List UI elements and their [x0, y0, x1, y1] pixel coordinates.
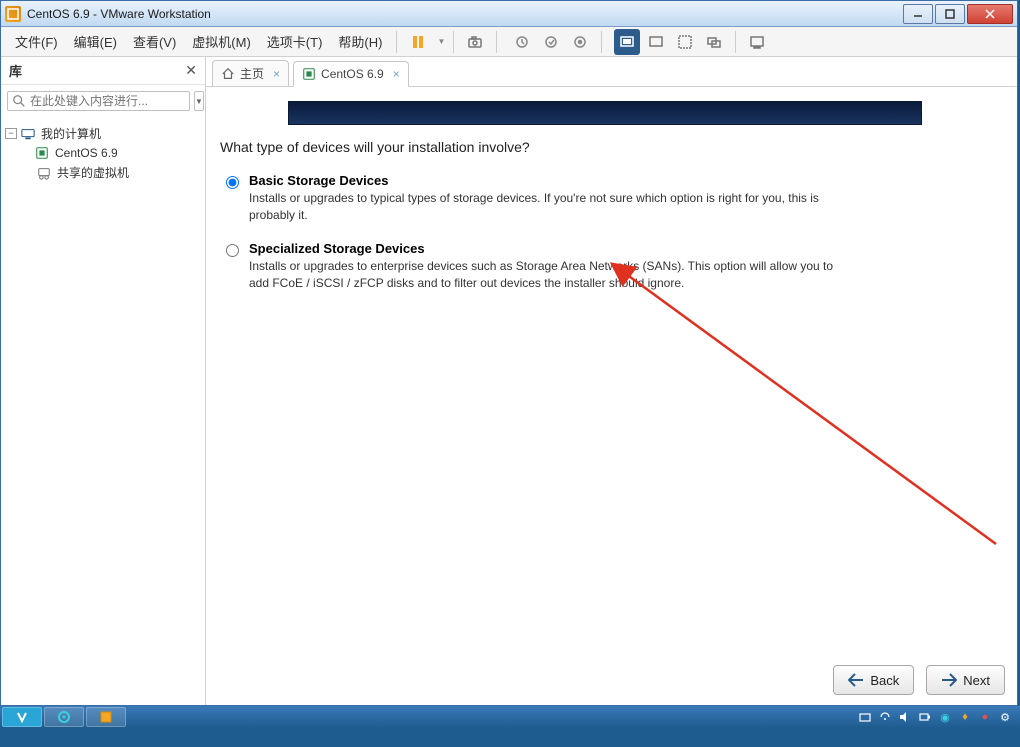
back-button[interactable]: Back: [833, 665, 914, 695]
menu-file[interactable]: 文件(F): [9, 28, 64, 55]
tab-home-label: 主页: [240, 65, 264, 82]
window-title: CentOS 6.9 - VMware Workstation: [27, 7, 211, 21]
menu-view[interactable]: 查看(V): [127, 28, 182, 55]
vm-icon: [35, 146, 51, 160]
tree-root-my-computer[interactable]: − 我的计算机: [5, 123, 201, 144]
tree-root-label: 我的计算机: [41, 125, 101, 142]
tab-home[interactable]: 主页 ×: [212, 60, 289, 86]
radio-basic-desc: Installs or upgrades to typical types of…: [249, 190, 839, 225]
titlebar: CentOS 6.9 - VMware Workstation: [1, 1, 1017, 27]
radio-specialized-desc: Installs or upgrades to enterprise devic…: [249, 258, 839, 293]
snapshot-revert-button[interactable]: [509, 29, 535, 55]
tab-close-button[interactable]: ×: [393, 67, 400, 81]
annotation-arrow-1: [576, 254, 1006, 554]
menu-edit[interactable]: 编辑(E): [68, 28, 123, 55]
vm-content: What type of devices will your installat…: [206, 87, 1017, 705]
menu-help[interactable]: 帮助(H): [332, 28, 388, 55]
tray-icon[interactable]: [858, 710, 872, 724]
snapshot-take-button[interactable]: [538, 29, 564, 55]
app-window: CentOS 6.9 - VMware Workstation 文件(F) 编辑…: [0, 0, 1018, 706]
radio-basic-input[interactable]: [226, 176, 239, 189]
tree-item-centos[interactable]: CentOS 6.9: [5, 144, 201, 162]
fullscreen-button[interactable]: [672, 29, 698, 55]
tray-icon[interactable]: ♦: [958, 710, 972, 724]
minimize-button[interactable]: [903, 4, 933, 24]
tray-icon[interactable]: ◉: [938, 710, 952, 724]
vm-icon: [302, 67, 316, 81]
tray-icon[interactable]: [878, 710, 892, 724]
installer-question: What type of devices will your installat…: [220, 139, 1005, 155]
library-tree: − 我的计算机 CentOS 6.9 共享的虚拟机: [1, 117, 205, 189]
sidebar-title: 库: [9, 61, 22, 80]
separator: [453, 31, 454, 53]
next-button[interactable]: Next: [926, 665, 1005, 695]
maximize-button[interactable]: [935, 4, 965, 24]
menubar: 文件(F) 编辑(E) 查看(V) 虚拟机(M) 选项卡(T) 帮助(H) ▼: [1, 27, 1017, 57]
installer-banner: [288, 101, 922, 125]
fit-guest-button[interactable]: [614, 29, 640, 55]
windows-taskbar: ◉ ♦ ● ⚙: [0, 706, 1020, 728]
radio-basic-title: Basic Storage Devices: [249, 173, 1005, 188]
back-label: Back: [870, 673, 899, 688]
tray-volume-icon[interactable]: [898, 710, 912, 724]
main-area: 主页 × CentOS 6.9 × What type of devices w…: [206, 57, 1017, 705]
search-icon: [12, 94, 26, 108]
tree-item-label: CentOS 6.9: [55, 146, 118, 160]
snapshot-manage-button[interactable]: [567, 29, 593, 55]
tab-vm-label: CentOS 6.9: [321, 67, 384, 81]
sidebar-close-button[interactable]: ✕: [185, 62, 197, 79]
tree-item-label: 共享的虚拟机: [57, 164, 129, 181]
search-dropdown[interactable]: ▼: [194, 91, 204, 111]
search-box[interactable]: [7, 91, 190, 111]
taskbar-app-1[interactable]: [2, 707, 42, 727]
taskbar-app-2[interactable]: [44, 707, 84, 727]
taskbar-app-vmware[interactable]: [86, 707, 126, 727]
app-icon: [5, 6, 21, 22]
menu-tabs[interactable]: 选项卡(T): [261, 28, 329, 55]
storage-radio-group: Basic Storage Devices Installs or upgrad…: [226, 173, 1005, 293]
separator: [735, 31, 736, 53]
collapse-icon[interactable]: −: [5, 128, 17, 139]
separator: [601, 31, 602, 53]
tray-icon[interactable]: ⚙: [998, 710, 1012, 724]
tray-icon[interactable]: ●: [978, 710, 992, 724]
snapshot-button[interactable]: [462, 29, 488, 55]
search-input[interactable]: [30, 94, 185, 108]
pause-button[interactable]: [405, 29, 431, 55]
cycle-button[interactable]: [701, 29, 727, 55]
menu-vm[interactable]: 虚拟机(M): [186, 28, 257, 55]
close-button[interactable]: [967, 4, 1013, 24]
unity-button[interactable]: [643, 29, 669, 55]
radio-specialized-title: Specialized Storage Devices: [249, 241, 1005, 256]
separator: [496, 31, 497, 53]
tray-icon[interactable]: [918, 710, 932, 724]
radio-specialized-storage[interactable]: Specialized Storage Devices Installs or …: [226, 241, 1005, 293]
shared-icon: [37, 166, 53, 180]
console-button[interactable]: [744, 29, 770, 55]
arrow-right-icon: [941, 673, 957, 687]
sidebar: 库 ✕ ▼ − 我的计算机 CentOS 6.9: [1, 57, 206, 705]
tab-vm[interactable]: CentOS 6.9 ×: [293, 61, 409, 87]
next-label: Next: [963, 673, 990, 688]
tree-item-shared[interactable]: 共享的虚拟机: [5, 162, 201, 183]
tab-close-button[interactable]: ×: [273, 67, 280, 81]
window-controls: [901, 4, 1013, 24]
computer-icon: [21, 127, 37, 141]
tabbar: 主页 × CentOS 6.9 ×: [206, 57, 1017, 87]
pause-dropdown[interactable]: ▼: [437, 37, 445, 46]
radio-basic-storage[interactable]: Basic Storage Devices Installs or upgrad…: [226, 173, 1005, 225]
installer-nav: Back Next: [833, 665, 1005, 695]
arrow-left-icon: [848, 673, 864, 687]
separator: [396, 31, 397, 53]
radio-specialized-input[interactable]: [226, 244, 239, 257]
home-icon: [221, 67, 235, 81]
